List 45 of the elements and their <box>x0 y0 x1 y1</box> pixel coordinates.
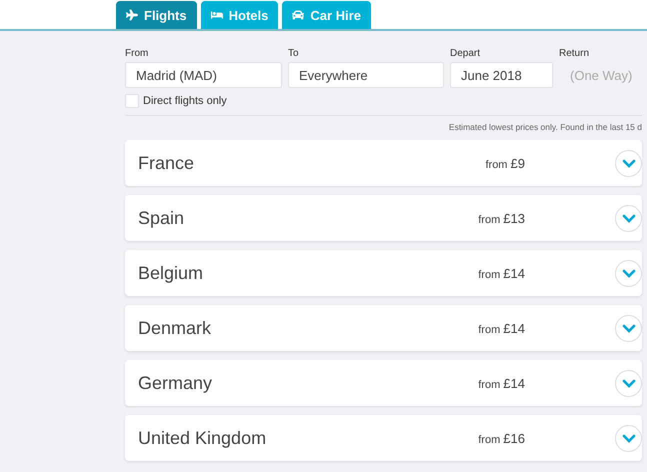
chevron-down-icon <box>622 434 636 442</box>
price-text: from £13 <box>477 210 525 226</box>
country-name: Belgium <box>138 262 204 284</box>
depart-field[interactable]: June 2018 <box>450 62 553 88</box>
return-field[interactable]: (One Way) <box>559 62 647 88</box>
country-name: Spain <box>138 208 186 228</box>
plane-icon <box>126 9 138 21</box>
price-text: from £14 <box>477 376 525 390</box>
price-text: from £16 <box>477 430 525 446</box>
expand-button[interactable] <box>615 260 642 286</box>
country-name: United Kingdom <box>138 428 268 448</box>
from-field[interactable]: Madrid (MAD) <box>125 62 282 88</box>
checkbox[interactable] <box>125 94 139 108</box>
result-card[interactable]: Germany from £14 <box>125 360 642 406</box>
to-field[interactable]: Everywhere <box>288 62 444 88</box>
expand-button[interactable] <box>615 424 642 452</box>
chevron-down-icon <box>622 214 636 222</box>
field-label: Depart <box>450 48 482 59</box>
tab[interactable]: Flights <box>116 1 197 29</box>
expand-button[interactable] <box>615 204 642 232</box>
expand-button[interactable] <box>615 314 642 342</box>
field-label: Return <box>559 48 590 59</box>
expand-button[interactable] <box>615 150 642 176</box>
country-name: Denmark <box>138 318 212 338</box>
price-text: from £9 <box>484 156 525 170</box>
result-card[interactable]: Belgium from £14 <box>125 250 642 296</box>
country-name: Germany <box>138 372 214 394</box>
chevron-down-icon <box>622 158 636 168</box>
price-note: Estimated lowest prices only. Found in the last 15 d <box>448 122 642 132</box>
bed-icon <box>210 9 223 21</box>
result-card[interactable]: Denmark from £14 <box>125 305 642 351</box>
checkbox-label: Direct flights only <box>143 95 227 107</box>
chevron-down-icon <box>622 268 636 278</box>
result-card[interactable]: Spain from £13 <box>125 195 642 241</box>
chevron-down-icon <box>622 324 636 332</box>
expand-button[interactable] <box>615 370 642 396</box>
result-card[interactable]: United Kingdom from £16 <box>125 415 642 461</box>
result-card[interactable]: France from £9 <box>125 140 642 186</box>
field-label: To <box>288 48 300 59</box>
chevron-down-icon <box>622 378 636 388</box>
field-label: From <box>125 48 150 59</box>
country-name: France <box>138 152 196 174</box>
car-icon <box>292 9 304 21</box>
price-text: from £14 <box>477 320 525 336</box>
price-text: from £14 <box>477 266 525 280</box>
